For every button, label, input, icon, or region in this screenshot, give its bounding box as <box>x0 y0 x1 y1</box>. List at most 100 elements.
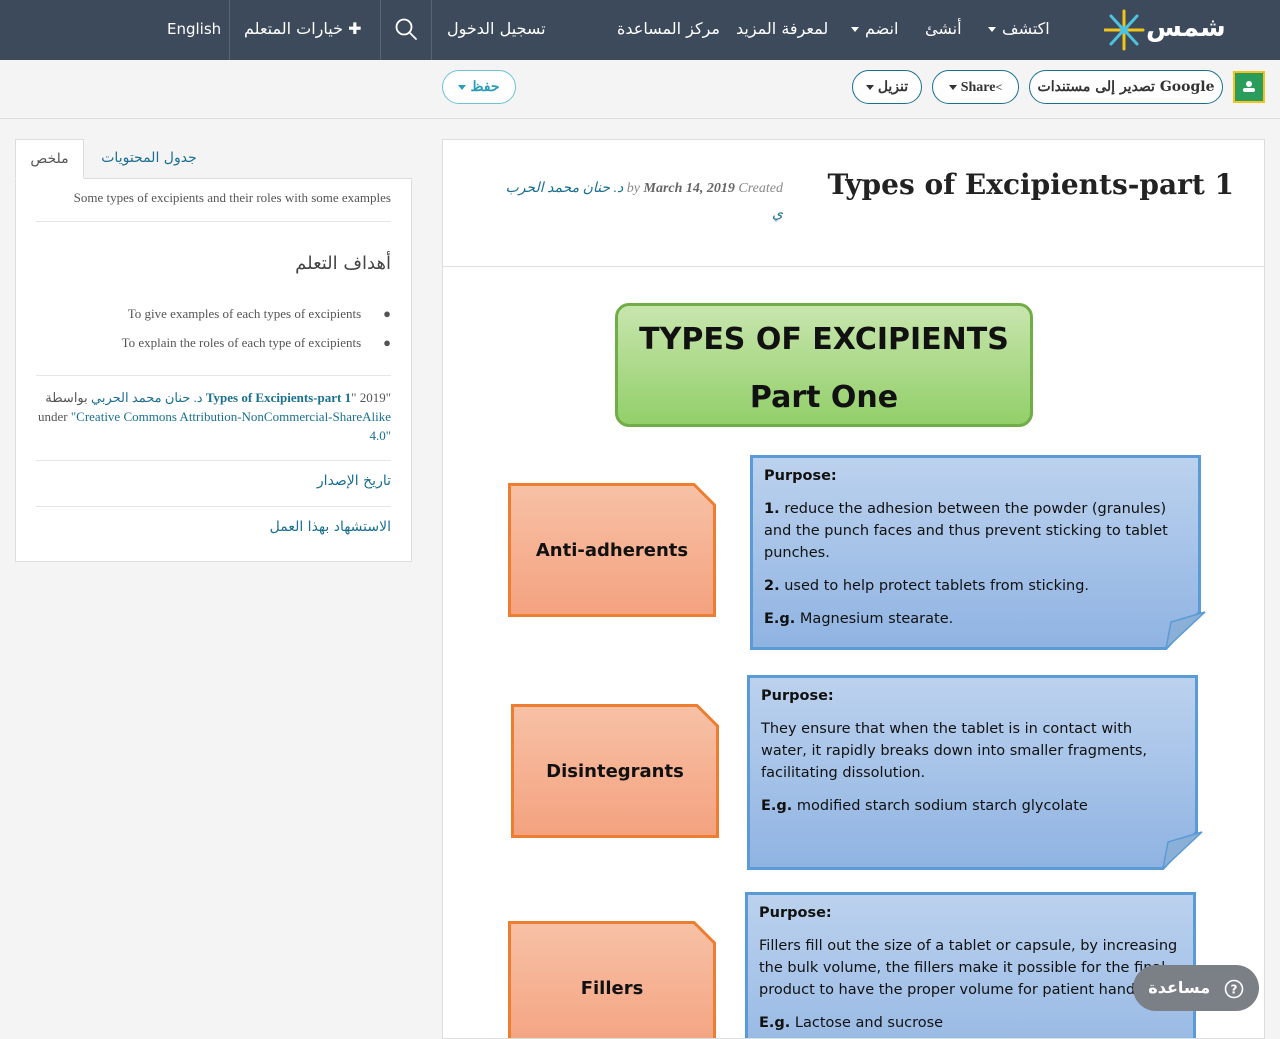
attribution-block: د. حنان محمد الحربي بواسطة Types of Exci… <box>36 388 391 445</box>
chevron-down-icon <box>851 27 859 32</box>
purpose-text: Purpose: They ensure that when the table… <box>761 685 1181 828</box>
nav-login[interactable]: تسجيل الدخول <box>447 0 546 60</box>
objective-text: To give examples of each types of excipi… <box>127 306 362 321</box>
item-number: 2. <box>764 578 780 594</box>
resource-viewer: Types of Excipients-part 1 by March 14, … <box>442 139 1265 1039</box>
meta-created: Created <box>738 181 783 196</box>
license-link-end[interactable]: 4.0" <box>369 428 391 443</box>
example-label: E.g. <box>764 611 796 627</box>
purpose-text: Purpose: Fillers fill out the size of a … <box>759 902 1179 1038</box>
meta-author-link-end[interactable]: ي <box>772 207 783 222</box>
bullet-icon: ● <box>383 306 391 321</box>
author-link[interactable]: د. حنان محمد الحربي <box>91 390 203 405</box>
cite-work-link[interactable]: الاستشهاد بهذا العمل <box>270 519 391 535</box>
example-text: modified starch sodium starch glycolate <box>796 798 1088 814</box>
infographic-subheading: Part One <box>749 380 899 415</box>
resource-description: Some types of excipients and their roles… <box>73 190 391 205</box>
learner-options-label: خيارات المتعلم <box>244 19 343 38</box>
svg-text:?: ? <box>1230 982 1237 996</box>
resource-title-link[interactable]: Types of Excipients-part 1 <box>206 390 351 405</box>
item-number: 1. <box>764 501 780 517</box>
save-button[interactable]: حفظ <box>442 70 516 104</box>
purpose-label: Purpose: <box>761 688 834 704</box>
chevron-down-icon <box>948 85 957 91</box>
download-label: تنزيل <box>877 79 909 95</box>
nav-learner-options[interactable]: خيارات المتعلم ✚ <box>244 0 361 60</box>
purpose-label: Purpose: <box>759 905 832 921</box>
purpose-text-area: Purpose: They ensure that when the table… <box>747 675 1203 870</box>
purpose-text-area: Purpose: 1. reduce the adhesion between … <box>750 455 1206 650</box>
nav-divider <box>229 0 230 60</box>
example-text: Magnesium stearate. <box>799 611 954 627</box>
nav-divider <box>380 0 381 60</box>
top-navigation-bar: شمس اكتشف أنشئ انضم لمعرفة المزيد مركز ا… <box>0 0 1280 60</box>
chevron-down-icon <box>988 27 996 32</box>
license-link[interactable]: "Creative Commons Attribution-NonCommerc… <box>71 409 391 424</box>
excipient-type-label: Anti-adherents <box>535 539 689 561</box>
attribution-line-3: 4.0" <box>36 426 391 445</box>
tab-summary[interactable]: ملخص <box>15 139 84 179</box>
nav-join-label: انضم <box>865 19 899 38</box>
quote-text: " <box>385 390 391 405</box>
meta-date: March 14, 2019 <box>643 181 735 196</box>
nav-help-center[interactable]: مركز المساعدة <box>617 0 720 60</box>
list-item: To explain the roles of each type of exc… <box>122 328 391 357</box>
chevron-down-icon <box>865 84 874 90</box>
nav-language-switch[interactable]: English <box>167 0 221 60</box>
infographic-heading: TYPES OF EXCIPIENTS <box>639 322 1009 357</box>
excipient-type-label: Disintegrants <box>546 760 684 782</box>
learning-objectives-list: To give examples of each types of excipi… <box>122 299 391 357</box>
excipient-type-label-wrap: Anti-adherents <box>508 483 716 617</box>
example-label: E.g. <box>761 798 793 814</box>
save-label: حفظ <box>470 79 500 95</box>
excipient-type-label-wrap: Fillers <box>508 921 716 1038</box>
by-text: بواسطة <box>45 390 88 405</box>
year-text: 2019 <box>359 390 386 405</box>
release-history-link[interactable]: تاريخ الإصدار <box>317 473 391 489</box>
nav-discover[interactable]: اكتشف <box>982 0 1050 60</box>
nav-divider <box>431 0 432 60</box>
bullet-icon: ● <box>383 335 391 350</box>
item-text: used to help protect tablets from sticki… <box>784 578 1090 594</box>
purpose-description: Fillers fill out the size of a tablet or… <box>759 938 1178 998</box>
learning-objectives-heading: أهداف التعلم <box>295 253 391 274</box>
help-label: مساعدة <box>1148 978 1211 997</box>
meta-author-link[interactable]: د. حنان محمد الحرب <box>506 181 624 196</box>
divider <box>36 460 391 461</box>
divider <box>36 221 391 222</box>
export-google-docs-button[interactable]: تصدير إلى مستندات Google <box>1029 70 1223 104</box>
purpose-description: They ensure that when the tablet is in c… <box>761 721 1148 781</box>
google-classroom-icon[interactable] <box>1233 71 1265 103</box>
nav-join[interactable]: انضم <box>845 0 898 60</box>
page-title: Types of Excipients-part 1 <box>827 168 1234 201</box>
download-button[interactable]: تنزيل <box>852 70 922 104</box>
item-text: reduce the adhesion between the powder (… <box>764 501 1168 561</box>
summary-panel: Some types of excipients and their roles… <box>15 178 412 562</box>
attribution-line-2: under "Creative Commons Attribution-NonC… <box>36 407 391 426</box>
purpose-text: Purpose: 1. reduce the adhesion between … <box>764 465 1184 641</box>
resource-meta: by March 14, 2019 Created د. حنان محمد ا… <box>483 176 783 228</box>
logo-text[interactable]: شمس <box>1146 8 1226 48</box>
nav-create[interactable]: أنشئ <box>925 0 962 60</box>
nav-discover-label: اكتشف <box>1002 19 1050 38</box>
purpose-label: Purpose: <box>764 468 837 484</box>
divider <box>36 506 391 507</box>
help-button[interactable]: مساعدة ? <box>1133 965 1259 1011</box>
under-text: under <box>38 409 68 424</box>
excipient-type-label: Fillers <box>580 977 644 999</box>
plus-icon: ✚ <box>348 19 362 38</box>
purpose-text-area: Purpose: Fillers fill out the size of a … <box>745 892 1201 1038</box>
meta-by: by <box>626 181 640 196</box>
search-icon[interactable] <box>394 17 418 41</box>
divider <box>36 375 391 376</box>
example-text: Lactose and sucrose <box>794 1015 944 1031</box>
question-circle-icon: ? <box>1224 979 1243 998</box>
nav-learn-more[interactable]: لمعرفة المزيد <box>736 0 828 60</box>
excipient-type-label-wrap: Disintegrants <box>511 704 719 838</box>
tab-table-of-contents[interactable]: جدول المحتويات <box>84 139 214 179</box>
share-button[interactable]: Share< <box>932 70 1019 104</box>
attribution-line-1: د. حنان محمد الحربي بواسطة Types of Exci… <box>45 390 391 405</box>
share-label: Share <box>960 80 996 95</box>
infographic-heading-box: TYPES OF EXCIPIENTS Part One <box>615 303 1033 427</box>
list-item: To give examples of each types of excipi… <box>122 299 391 328</box>
